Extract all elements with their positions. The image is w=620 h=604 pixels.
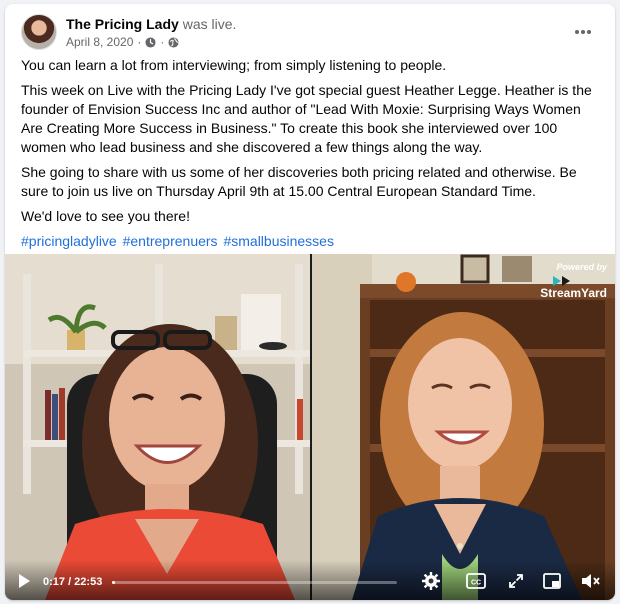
video-progress-bar[interactable] <box>112 581 397 584</box>
post-paragraph: This week on Live with the Pricing Lady … <box>21 82 592 155</box>
post-paragraph: We'd love to see you there! <box>21 208 190 224</box>
hashtag-link[interactable]: #entreprenuers <box>123 233 218 249</box>
hashtag-link[interactable]: #pricingladylive <box>21 233 117 249</box>
page-name-link[interactable]: The Pricing Lady <box>66 16 179 32</box>
more-options-button[interactable] <box>569 18 597 46</box>
video-time: 0:17 / 22:53 <box>43 576 103 588</box>
host-video-frame <box>5 254 310 600</box>
settings-icon[interactable] <box>422 572 440 590</box>
watermark-powered-by: Powered by <box>556 262 607 272</box>
video-progress-fill <box>112 581 116 584</box>
live-status-text: was live. <box>182 16 237 32</box>
post-title-line: The Pricing Lady was live. <box>66 16 236 32</box>
play-icon[interactable] <box>17 573 31 589</box>
post-paragraph: She going to share with us some of her d… <box>21 164 577 199</box>
captions-icon[interactable]: CC <box>466 573 486 589</box>
globe-icon <box>168 36 180 48</box>
post-date[interactable]: April 8, 2020 <box>66 35 133 49</box>
video-controls: 0:17 / 22:53 CC <box>5 560 615 600</box>
hashtag-link[interactable]: #smallbusinesses <box>223 233 334 249</box>
meta-separator: · <box>160 35 165 49</box>
video-player[interactable]: Powered by StreamYard 0:17 / 22:53 CC <box>5 254 615 600</box>
clock-icon <box>145 36 156 48</box>
svg-text:CC: CC <box>471 580 481 587</box>
avatar[interactable] <box>21 14 57 50</box>
pip-icon[interactable] <box>543 573 561 589</box>
streamyard-watermark: Powered by StreamYard <box>540 262 607 300</box>
more-options-icon <box>575 30 591 34</box>
streamyard-logo-icon <box>553 276 570 286</box>
video-pane-guest: Powered by StreamYard <box>312 254 615 600</box>
hashtags-line: #pricingladylive #entreprenuers #smallbu… <box>21 232 601 251</box>
guest-video-frame <box>312 254 615 600</box>
post-body: You can learn a lot from interviewing; f… <box>21 56 601 257</box>
meta-separator: · <box>137 35 142 49</box>
fullscreen-icon[interactable] <box>508 573 524 589</box>
volume-icon[interactable] <box>581 573 601 589</box>
video-pane-host <box>5 254 310 600</box>
post-meta: April 8, 2020 · · <box>66 35 180 49</box>
watermark-streamyard: StreamYard <box>540 286 607 300</box>
post-paragraph: You can learn a lot from interviewing; f… <box>21 57 447 73</box>
post-header: The Pricing Lady was live. April 8, 2020… <box>21 14 603 54</box>
post-card: The Pricing Lady was live. April 8, 2020… <box>5 4 615 600</box>
